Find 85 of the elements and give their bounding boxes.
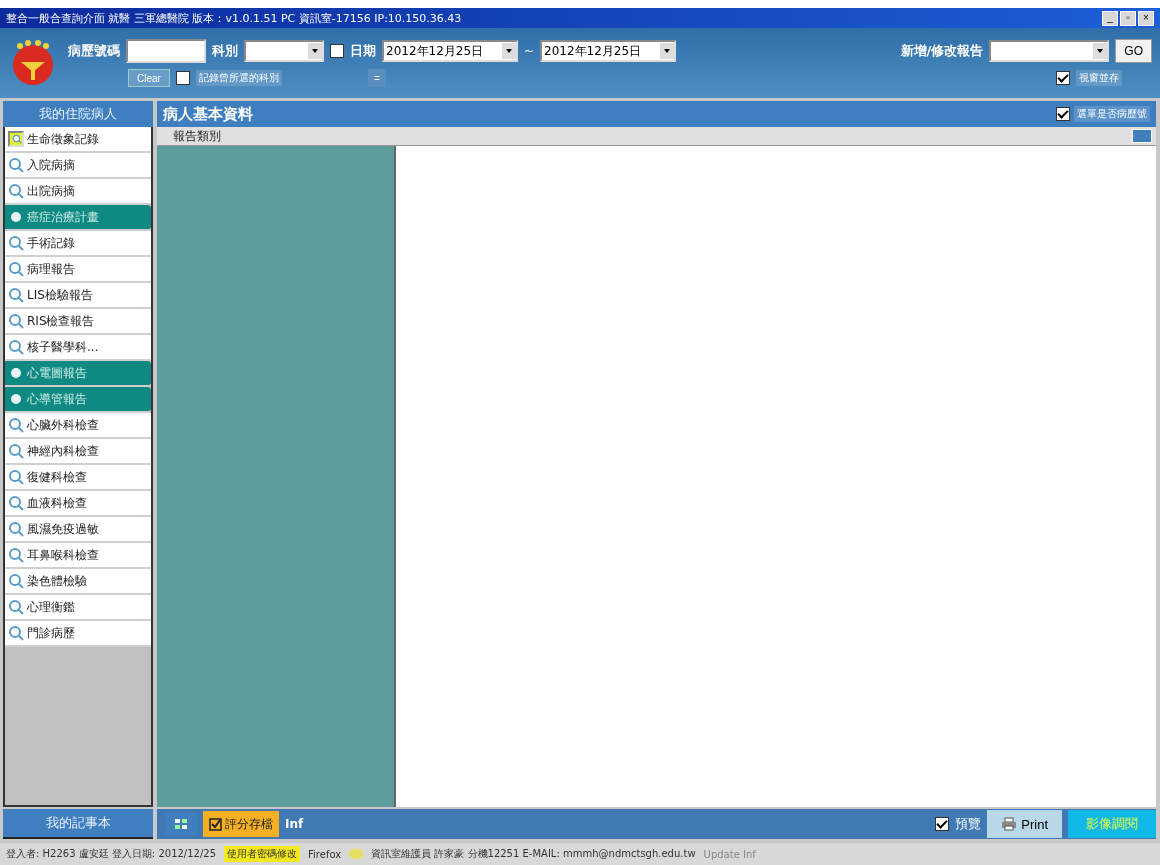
sidebar-item[interactable]: 心電圖報告 (5, 361, 151, 387)
sidebar-item[interactable]: 復健科檢查 (5, 465, 151, 491)
dot-icon (8, 391, 24, 407)
sidebar-item[interactable]: LIS檢驗報告 (5, 283, 151, 309)
department-label: 科別 (212, 42, 238, 60)
magnifier-icon (8, 625, 24, 641)
coexist-label: 視窗並存 (1076, 70, 1122, 86)
preview-checkbox[interactable] (935, 817, 950, 831)
magnifier-icon (8, 339, 24, 355)
sidebar-item[interactable]: 出院病摘 (5, 179, 151, 205)
dot-icon (8, 365, 24, 381)
sidebar-item[interactable]: 耳鼻喉科檢查 (5, 543, 151, 569)
report-dropdown[interactable] (989, 40, 1110, 62)
printer-icon (1001, 817, 1018, 831)
magnifier-icon (8, 521, 24, 537)
sidebar-item[interactable]: 風濕免疫過敏 (5, 517, 151, 543)
maintainer-info: 資訊室維護員 許家豪 分機12251 E-MAIL: mmmh@ndmctsgh.edu.tw (371, 847, 696, 861)
sidebar-item[interactable]: 門診病歷 (5, 621, 151, 647)
grid-button[interactable] (165, 813, 197, 835)
sidebar-item[interactable]: 癌症治療計畫 (5, 205, 151, 231)
checkmark-icon (209, 817, 222, 831)
magnifier-icon (8, 287, 24, 303)
sidebar-item[interactable]: 血液科檢查 (5, 491, 151, 517)
coexist-checkbox[interactable] (1056, 71, 1070, 85)
magnifier-icon (8, 547, 24, 563)
window-title: 整合一般合查詢介面 就醫 三軍總醫院 版本：v1.0.1.51 PC 資訊室-17156 IP:10.150.36.43 (6, 10, 462, 26)
sidebar-item[interactable]: 生命徵象記錄 (5, 127, 151, 153)
end-date-picker[interactable]: 2012年12月25日 (540, 40, 677, 62)
date-label: 日期 (350, 42, 376, 60)
magnifier-icon (8, 495, 24, 511)
list-option-label: 選單是否病歷號 (1074, 106, 1150, 122)
sidebar-item[interactable]: 手術記錄 (5, 231, 151, 257)
sidebar-item[interactable]: RIS檢查報告 (5, 309, 151, 335)
grid-icon (174, 818, 188, 830)
range-separator: ~ (524, 44, 535, 58)
magnifier-icon (8, 573, 24, 589)
magnifier-icon (8, 469, 24, 485)
sidebar-item[interactable]: 病理報告 (5, 257, 151, 283)
sidebar-item[interactable]: 心理衡鑑 (5, 595, 151, 621)
sidebar-header[interactable]: 我的住院病人 (3, 101, 153, 127)
browser-label: Firefox (308, 848, 342, 860)
caret-icon (1093, 43, 1108, 59)
password-link[interactable]: 使用者密碼修改 (224, 846, 301, 862)
window-control-button[interactable]: ▫ (1120, 10, 1136, 26)
inf-label: Inf (285, 817, 304, 831)
preview-label: 預覽 (955, 815, 982, 833)
magnifier-icon (8, 131, 24, 147)
date-checkbox[interactable] (330, 44, 344, 58)
window-control-button[interactable]: × (1138, 10, 1154, 26)
chart-number-field[interactable] (126, 39, 206, 63)
remember-label: 記錄曾所選的科別 (195, 70, 282, 86)
report-edit-label: 新增/修改報告 (900, 42, 984, 60)
magnifier-icon (8, 313, 24, 329)
magnifier-icon (8, 157, 24, 173)
login-info: 登入者: H2263 盧安廷 登入日期: 2012/12/25 (6, 847, 217, 861)
go-button[interactable]: GO (1115, 39, 1152, 63)
patient-info-title: 病人基本資料 (163, 104, 253, 124)
score-save-button[interactable]: 評分存檔 (203, 811, 279, 837)
window-control-button[interactable]: _ (1102, 10, 1118, 26)
sidebar-item[interactable]: 心導管報告 (5, 387, 151, 413)
expand-button[interactable] (1132, 129, 1152, 143)
caret-icon (502, 43, 516, 59)
sidebar-item[interactable]: 入院病摘 (5, 153, 151, 179)
chart-number-label: 病歷號碼 (68, 42, 120, 60)
start-date-picker[interactable]: 2012年12月25日 (382, 40, 518, 62)
caret-icon (308, 43, 322, 59)
caret-icon (660, 43, 675, 59)
magnifier-icon (8, 417, 24, 433)
status-icon (349, 849, 364, 859)
report-category-label: 報告類別 (172, 127, 221, 145)
list-option-checkbox[interactable] (1056, 107, 1070, 121)
dot-icon (8, 209, 24, 225)
sidebar-item[interactable]: 染色體檢驗 (5, 569, 151, 595)
remember-checkbox[interactable] (175, 71, 190, 85)
magnifier-icon (8, 235, 24, 251)
magnifier-icon (8, 599, 24, 615)
print-button[interactable]: Print (987, 810, 1062, 838)
sidebar-item[interactable]: 核子醫學科... (5, 335, 151, 361)
magnifier-icon (8, 261, 24, 277)
notebook-button[interactable]: 我的記事本 (3, 809, 153, 839)
department-dropdown[interactable] (244, 40, 324, 62)
sidebar-item[interactable]: 心臟外科檢查 (5, 413, 151, 439)
magnifier-icon (8, 183, 24, 199)
sidebar-item[interactable]: 神經內科檢查 (5, 439, 151, 465)
magnifier-icon (8, 443, 24, 459)
